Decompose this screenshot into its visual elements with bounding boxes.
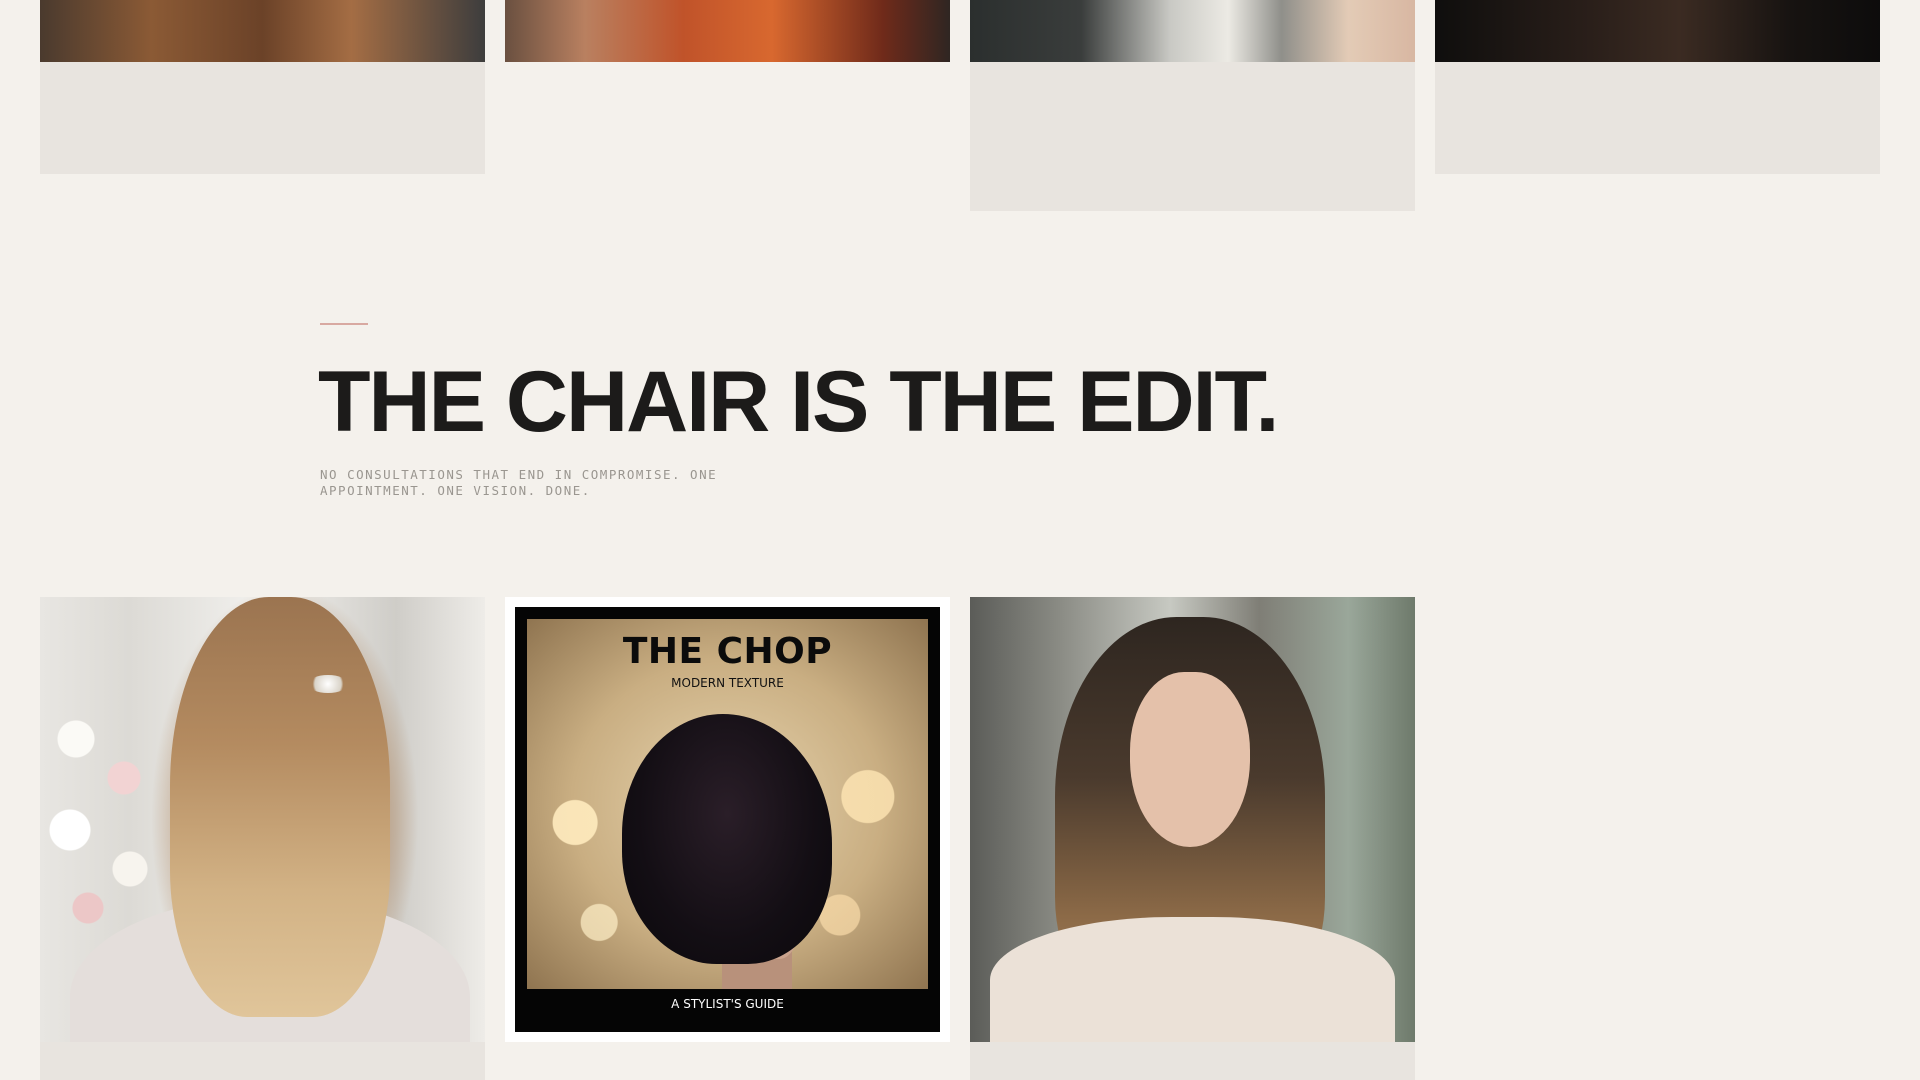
page: THE CHAIR IS THE EDIT. NO CONSULTATIONS …: [0, 0, 1920, 1080]
section-headline: THE CHAIR IS THE EDIT.: [318, 354, 1279, 450]
gallery-card[interactable]: [40, 0, 485, 174]
model-hair: [170, 597, 390, 1017]
model-hair: [622, 714, 832, 964]
cover-subtitle: MODERN TEXTURE: [671, 676, 784, 690]
card-caption-panel: [970, 62, 1415, 211]
hair-clip: [308, 675, 348, 693]
card-caption-panel: [1435, 62, 1880, 174]
gallery-card[interactable]: [970, 0, 1415, 211]
gallery-card[interactable]: [970, 597, 1415, 1080]
flower-bouquet: [40, 687, 160, 947]
gallery-card[interactable]: [505, 0, 950, 62]
hair-photo-copper-red[interactable]: [505, 0, 950, 62]
model-face: [1130, 672, 1250, 847]
card-caption-panel: [40, 1042, 485, 1080]
section-accent-line: [320, 323, 368, 325]
hair-photo-dark-curls[interactable]: [1435, 0, 1880, 62]
hair-photo-balayage-portrait[interactable]: [970, 597, 1415, 1057]
cover-image: THE CHOP MODERN TEXTURE: [527, 619, 928, 989]
hair-photo-silver-waves[interactable]: [970, 0, 1415, 62]
card-caption-panel: [40, 62, 485, 174]
hair-photo-brunette-waves[interactable]: [40, 0, 485, 62]
gallery-card-cover[interactable]: THE CHOP MODERN TEXTURE A STYLIST'S GUID…: [505, 597, 950, 1042]
hair-photo-half-up-waves[interactable]: [40, 597, 485, 1080]
card-caption-panel: [970, 1042, 1415, 1080]
model-body: [990, 917, 1395, 1057]
section-subtext: NO CONSULTATIONS THAT END IN COMPROMISE.…: [320, 467, 718, 498]
cover-title: THE CHOP: [622, 631, 833, 672]
cover-footer: A STYLIST'S GUIDE: [671, 997, 784, 1011]
gallery-card[interactable]: [1435, 0, 1880, 174]
magazine-cover[interactable]: THE CHOP MODERN TEXTURE A STYLIST'S GUID…: [515, 607, 940, 1032]
gallery-card[interactable]: [40, 597, 485, 1080]
